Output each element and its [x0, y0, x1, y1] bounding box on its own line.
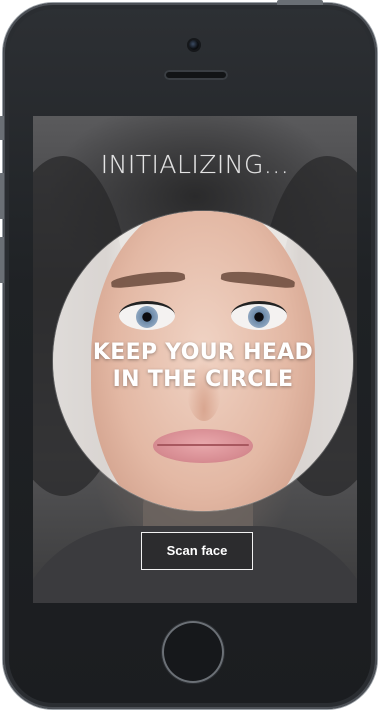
right-eye — [231, 301, 287, 330]
instruction-line-1: KEEP YOUR HEAD — [92, 340, 314, 365]
left-eye — [119, 301, 175, 330]
app-screen: INITIALIZING... KEEP YOUR HEAD IN THE CI… — [33, 116, 357, 603]
scan-face-button[interactable]: Scan face — [141, 532, 253, 570]
power-button[interactable] — [277, 0, 323, 5]
volume-up-button[interactable] — [0, 173, 4, 219]
face-scan-circle: KEEP YOUR HEAD IN THE CIRCLE — [53, 211, 353, 511]
right-iris — [248, 306, 270, 328]
lips-line — [157, 444, 249, 446]
front-camera-icon — [189, 40, 199, 50]
status-title: INITIALIZING... — [100, 150, 290, 179]
instruction-line-2: IN THE CIRCLE — [112, 367, 294, 392]
mute-switch[interactable] — [0, 116, 4, 140]
phone-device: INITIALIZING... KEEP YOUR HEAD IN THE CI… — [0, 0, 377, 709]
home-button-icon[interactable] — [162, 621, 224, 683]
earpiece-speaker-icon — [164, 70, 228, 80]
left-iris — [136, 306, 158, 328]
lips — [153, 429, 253, 463]
volume-down-button[interactable] — [0, 237, 4, 283]
instruction-text: KEEP YOUR HEAD IN THE CIRCLE — [53, 339, 353, 393]
